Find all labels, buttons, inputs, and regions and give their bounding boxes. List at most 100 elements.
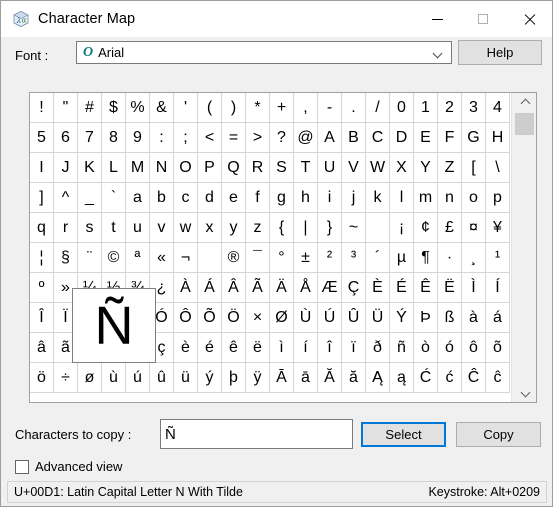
character-cell[interactable]: ¦	[30, 243, 54, 273]
character-cell[interactable]: h	[294, 183, 318, 213]
character-cell[interactable]: ö	[30, 363, 54, 393]
character-cell[interactable]: >	[246, 123, 270, 153]
character-cell[interactable]: ú	[126, 363, 150, 393]
font-dropdown[interactable]: O Arial	[76, 41, 452, 64]
character-cell[interactable]: ý	[198, 363, 222, 393]
character-cell[interactable]: v	[150, 213, 174, 243]
character-cell[interactable]: n	[438, 183, 462, 213]
character-cell[interactable]: £	[438, 213, 462, 243]
character-cell[interactable]: ]	[30, 183, 54, 213]
characters-to-copy-input[interactable]: Ñ	[160, 419, 353, 449]
character-cell[interactable]: W	[366, 153, 390, 183]
character-cell[interactable]: q	[30, 213, 54, 243]
character-cell[interactable]: s	[78, 213, 102, 243]
character-cell[interactable]: 4	[486, 93, 510, 123]
character-cell[interactable]: «	[150, 243, 174, 273]
character-cell[interactable]: M	[126, 153, 150, 183]
character-cell[interactable]: &	[150, 93, 174, 123]
character-cell[interactable]: í	[294, 333, 318, 363]
character-cell[interactable]: §	[54, 243, 78, 273]
character-cell[interactable]: y	[222, 213, 246, 243]
character-cell[interactable]: B	[342, 123, 366, 153]
character-cell[interactable]: :	[150, 123, 174, 153]
character-cell[interactable]: ¢	[414, 213, 438, 243]
character-cell[interactable]: E	[414, 123, 438, 153]
character-cell[interactable]: ā	[294, 363, 318, 393]
character-cell[interactable]: ;	[174, 123, 198, 153]
character-cell[interactable]: b	[150, 183, 174, 213]
character-cell[interactable]: ù	[102, 363, 126, 393]
character-cell[interactable]: *	[246, 93, 270, 123]
character-cell[interactable]: ï	[342, 333, 366, 363]
scrollbar-thumb[interactable]	[515, 113, 534, 135]
character-cell[interactable]: {	[270, 213, 294, 243]
character-cell[interactable]: Æ	[318, 273, 342, 303]
character-cell[interactable]: r	[54, 213, 78, 243]
character-cell[interactable]: ³	[342, 243, 366, 273]
character-cell[interactable]: Ć	[414, 363, 438, 393]
character-cell[interactable]: Q	[222, 153, 246, 183]
advanced-view-row[interactable]: Advanced view	[15, 459, 122, 474]
character-cell[interactable]: =	[222, 123, 246, 153]
character-cell[interactable]: G	[462, 123, 486, 153]
character-cell[interactable]: -	[318, 93, 342, 123]
advanced-view-checkbox[interactable]	[15, 459, 29, 474]
character-cell[interactable]: ~	[342, 213, 366, 243]
character-cell[interactable]: È	[366, 273, 390, 303]
character-cell[interactable]: K	[78, 153, 102, 183]
character-cell[interactable]: Û	[342, 303, 366, 333]
character-cell[interactable]: I	[30, 153, 54, 183]
character-cell[interactable]: û	[150, 363, 174, 393]
character-cell[interactable]: î	[318, 333, 342, 363]
character-cell[interactable]: ¯	[246, 243, 270, 273]
character-cell[interactable]: L	[102, 153, 126, 183]
character-cell[interactable]: l	[390, 183, 414, 213]
character-cell[interactable]: ©	[102, 243, 126, 273]
character-cell[interactable]: Z	[438, 153, 462, 183]
character-cell[interactable]: C	[366, 123, 390, 153]
character-cell[interactable]: ^	[54, 183, 78, 213]
character-cell[interactable]: ¥	[486, 213, 510, 243]
character-cell[interactable]: ¹	[486, 243, 510, 273]
character-cell[interactable]: â	[30, 333, 54, 363]
character-cell[interactable]: J	[54, 153, 78, 183]
character-cell[interactable]: @	[294, 123, 318, 153]
character-cell[interactable]: _	[78, 183, 102, 213]
character-cell[interactable]: Î	[30, 303, 54, 333]
character-cell[interactable]: ,	[294, 93, 318, 123]
character-cell[interactable]: Ö	[222, 303, 246, 333]
character-cell[interactable]: F	[438, 123, 462, 153]
character-cell[interactable]: T	[294, 153, 318, 183]
character-cell[interactable]: õ	[486, 333, 510, 363]
character-cell[interactable]: è	[174, 333, 198, 363]
character-cell[interactable]: !	[30, 93, 54, 123]
character-cell[interactable]: X	[390, 153, 414, 183]
character-cell[interactable]: °	[270, 243, 294, 273]
close-button[interactable]	[506, 1, 552, 37]
character-cell[interactable]: Ø	[270, 303, 294, 333]
character-cell[interactable]: é	[198, 333, 222, 363]
character-cell[interactable]: ô	[462, 333, 486, 363]
character-cell[interactable]: [	[462, 153, 486, 183]
maximize-button[interactable]	[460, 1, 506, 37]
character-cell[interactable]: ø	[78, 363, 102, 393]
character-cell[interactable]: H	[486, 123, 510, 153]
character-cell[interactable]: 7	[78, 123, 102, 153]
character-cell[interactable]: k	[366, 183, 390, 213]
character-cell[interactable]: }	[318, 213, 342, 243]
character-cell[interactable]: ì	[270, 333, 294, 363]
character-cell[interactable]: $	[102, 93, 126, 123]
character-cell[interactable]: A	[318, 123, 342, 153]
character-cell[interactable]: ×	[246, 303, 270, 333]
character-cell[interactable]: Ë	[438, 273, 462, 303]
character-cell[interactable]: 3	[462, 93, 486, 123]
character-cell[interactable]: Õ	[198, 303, 222, 333]
character-cell[interactable]: d	[198, 183, 222, 213]
character-cell[interactable]: ÿ	[246, 363, 270, 393]
character-cell[interactable]: ¡	[390, 213, 414, 243]
character-cell[interactable]: \	[486, 153, 510, 183]
character-cell[interactable]: 2	[438, 93, 462, 123]
character-cell[interactable]: (	[198, 93, 222, 123]
character-cell[interactable]: j	[342, 183, 366, 213]
character-cell[interactable]: %	[126, 93, 150, 123]
